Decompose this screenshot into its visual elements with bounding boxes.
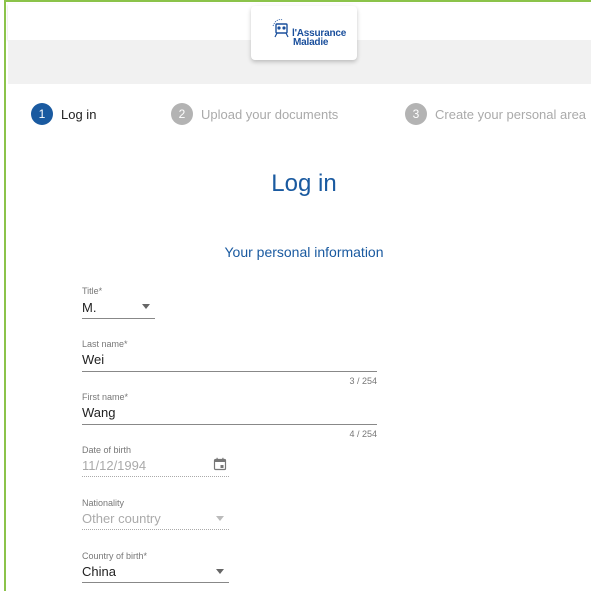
section-title: Your personal information	[224, 244, 384, 260]
page-title: Log in	[271, 170, 337, 197]
date-of-birth-underline	[82, 476, 229, 477]
step-2-label[interactable]: Upload your documents	[201, 107, 338, 122]
date-of-birth-label: Date of birth	[82, 445, 132, 455]
title-field-label: Title*	[82, 286, 103, 296]
calendar-icon	[213, 457, 227, 471]
step-3-indicator[interactable]: 3	[405, 103, 427, 125]
step-3-label[interactable]: Create your personal area	[435, 107, 586, 122]
country-of-birth-label: Country of birth*	[82, 551, 148, 561]
last-name-input[interactable]: Wei	[82, 352, 104, 367]
nationality-label: Nationality	[82, 498, 125, 508]
first-name-label: First name*	[82, 392, 129, 402]
assurance-maladie-logo-icon	[272, 19, 289, 38]
country-of-birth-dropdown-caret-icon[interactable]	[216, 569, 224, 574]
first-name-char-counter: 4 / 254	[349, 429, 377, 439]
first-name-underline[interactable]	[82, 424, 377, 425]
step-2-indicator[interactable]: 2	[171, 103, 193, 125]
title-select-underline[interactable]	[82, 318, 155, 319]
last-name-label: Last name*	[82, 339, 128, 349]
window-frame-left	[0, 0, 6, 591]
country-of-birth-select-value[interactable]: China	[82, 564, 116, 579]
nationality-underline	[82, 529, 229, 530]
country-of-birth-underline[interactable]	[82, 582, 229, 583]
last-name-char-counter: 3 / 254	[349, 376, 377, 386]
title-select-value[interactable]: M.	[82, 300, 96, 315]
nationality-select-value: Other country	[82, 511, 161, 526]
first-name-input[interactable]: Wang	[82, 405, 115, 420]
last-name-underline[interactable]	[82, 371, 377, 372]
nationality-dropdown-caret-icon	[216, 516, 224, 521]
date-of-birth-input: 11/12/1994	[82, 458, 147, 473]
brand-name-line2: Maladie	[293, 37, 329, 48]
title-dropdown-caret-icon[interactable]	[142, 304, 150, 309]
step-1-indicator[interactable]: 1	[31, 103, 53, 125]
step-1-label[interactable]: Log in	[61, 107, 96, 122]
